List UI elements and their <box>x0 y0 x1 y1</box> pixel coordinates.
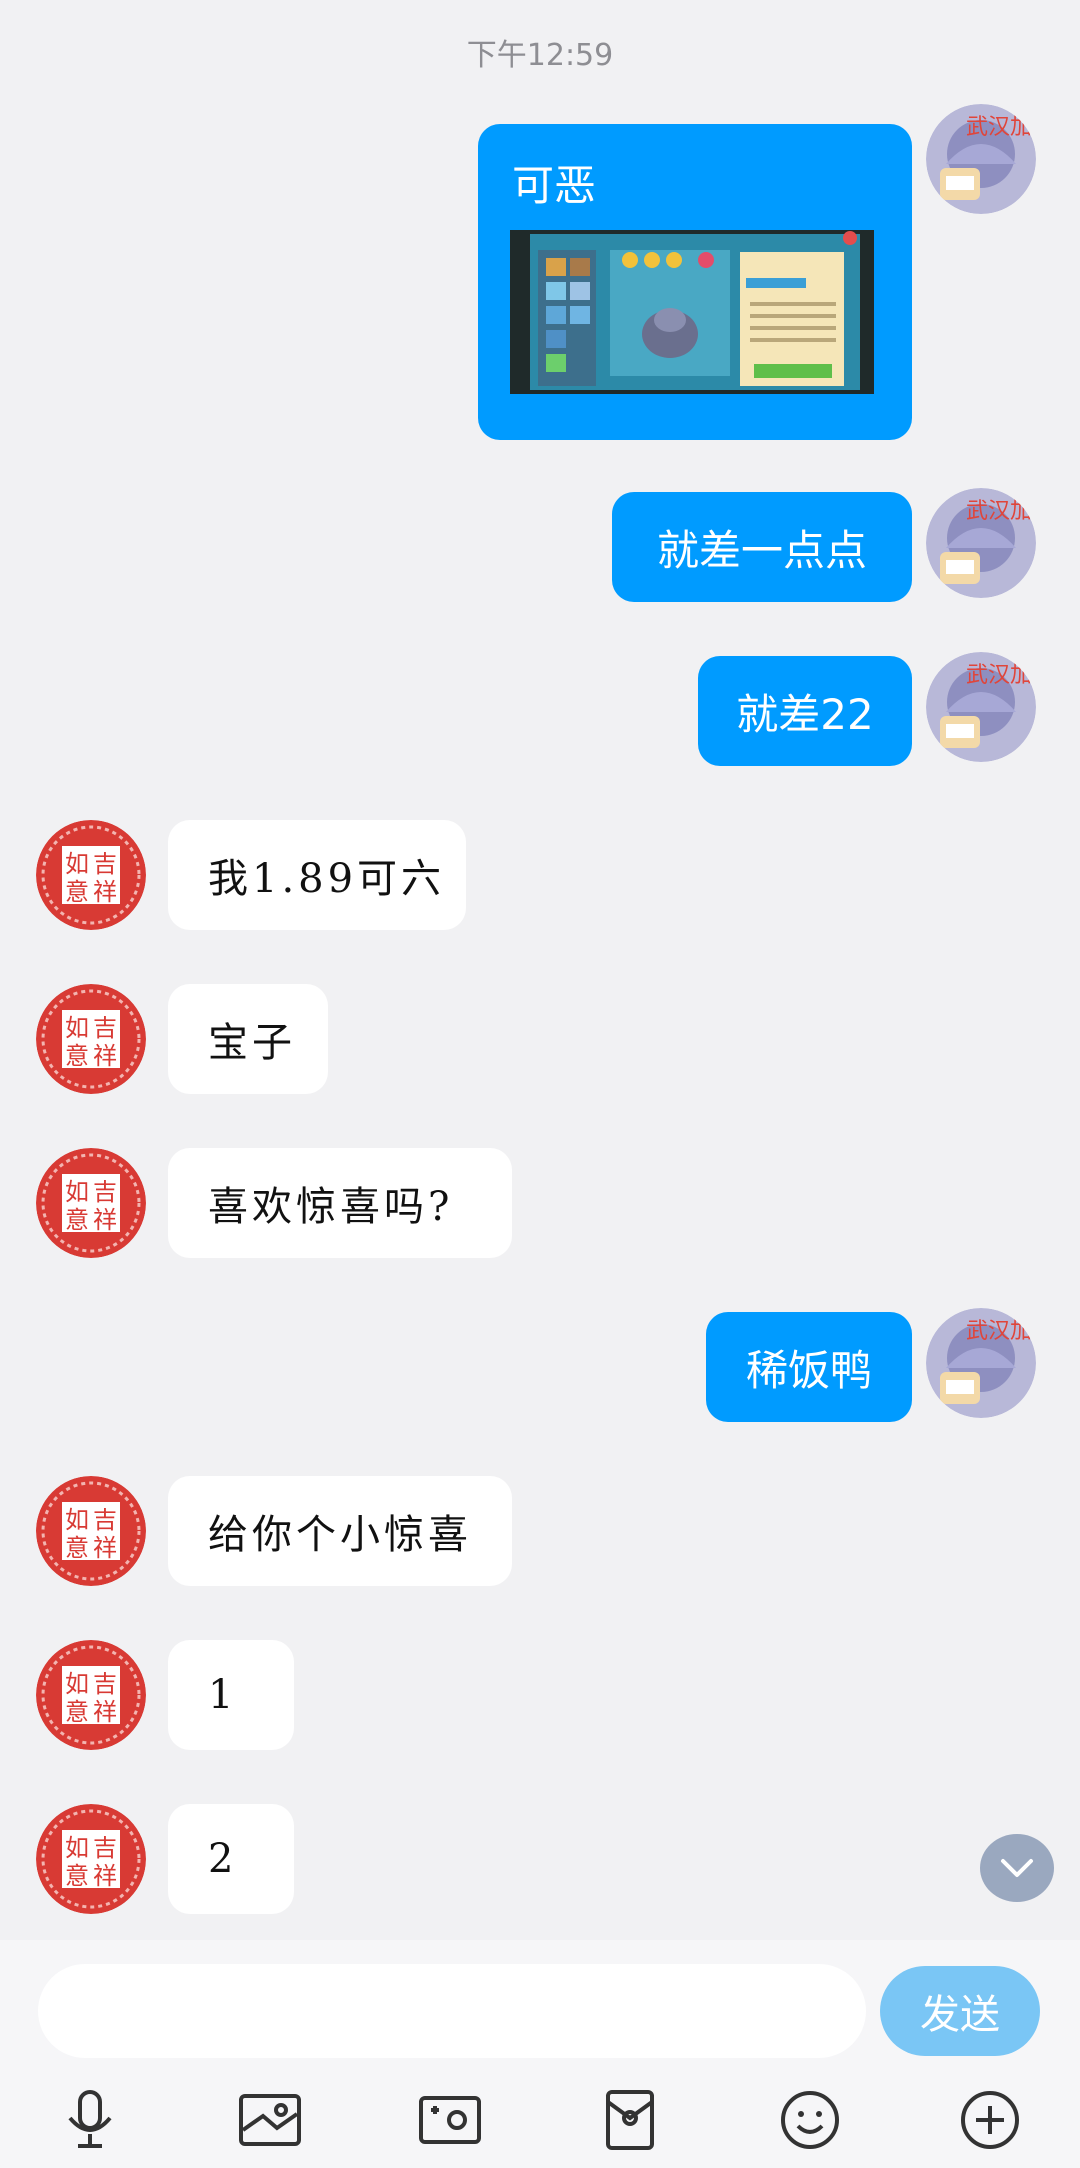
image-message-bubble[interactable]: 可恶 <box>478 124 912 440</box>
avatar-sticker-text: 武汉加油 <box>966 499 1036 524</box>
my-avatar[interactable]: 武汉加油 <box>926 104 1036 214</box>
svg-text:如: 如 <box>65 1178 89 1206</box>
microphone-button[interactable] <box>50 2080 130 2160</box>
svg-text:祥: 祥 <box>93 878 117 906</box>
avatar-sticker-text: 武汉加油 <box>966 115 1036 140</box>
svg-text:如: 如 <box>65 1014 89 1042</box>
svg-text:祥: 祥 <box>93 1206 117 1234</box>
incoming-message-bubble[interactable]: 给你个小惊喜 <box>168 1476 512 1586</box>
incoming-message-bubble[interactable]: 2 <box>168 1804 294 1914</box>
svg-text:吉: 吉 <box>93 1670 117 1698</box>
svg-text:如: 如 <box>65 1506 89 1534</box>
svg-text:祥: 祥 <box>93 1862 117 1890</box>
message-input[interactable] <box>38 1964 866 2058</box>
contact-avatar[interactable]: 吉 如 祥 意 <box>36 820 146 930</box>
svg-text:祥: 祥 <box>93 1042 117 1070</box>
game-screenshot-thumbnail[interactable] <box>510 230 874 394</box>
svg-text:意: 意 <box>65 1042 89 1070</box>
chevron-down-icon <box>1001 1859 1033 1877</box>
svg-text:吉: 吉 <box>93 1506 117 1534</box>
svg-text:吉: 吉 <box>93 1834 117 1862</box>
more-options-button[interactable] <box>950 2080 1030 2160</box>
red-packet-icon <box>606 2090 654 2150</box>
contact-avatar[interactable]: 吉 如 祥 意 <box>36 984 146 1094</box>
svg-text:意: 意 <box>65 1534 89 1562</box>
svg-text:意: 意 <box>65 1698 89 1726</box>
image-message-caption: 可恶 <box>512 161 597 210</box>
svg-text:如: 如 <box>65 850 89 878</box>
plus-icon <box>961 2091 1019 2149</box>
chat-timestamp: 下午12:59 <box>466 38 614 73</box>
send-button[interactable]: 发送 <box>880 1966 1040 2056</box>
outgoing-message-bubble[interactable]: 就差一点点 <box>612 492 912 602</box>
svg-text:吉: 吉 <box>93 1014 117 1042</box>
svg-text:祥: 祥 <box>93 1534 117 1562</box>
red-packet-button[interactable] <box>590 2080 670 2160</box>
avatar-sticker-text: 武汉加油 <box>966 1319 1036 1344</box>
contact-avatar[interactable]: 吉 如 祥 意 <box>36 1476 146 1586</box>
incoming-message-bubble[interactable]: 宝子 <box>168 984 328 1094</box>
scroll-to-bottom-button[interactable] <box>980 1834 1054 1902</box>
incoming-message-bubble[interactable]: 我1.89可六 <box>168 820 466 930</box>
svg-text:意: 意 <box>65 878 89 906</box>
my-avatar[interactable]: 武汉加油 <box>926 652 1036 762</box>
incoming-message-bubble[interactable]: 1 <box>168 1640 294 1750</box>
outgoing-message-bubble[interactable]: 就差22 <box>698 656 912 766</box>
incoming-message-bubble[interactable]: 喜欢惊喜吗? <box>168 1148 512 1258</box>
contact-avatar[interactable]: 吉 如 祥 意 <box>36 1804 146 1914</box>
emoji-button[interactable] <box>770 2080 850 2160</box>
svg-text:如: 如 <box>65 1834 89 1862</box>
svg-text:意: 意 <box>65 1206 89 1234</box>
my-avatar[interactable]: 武汉加油 <box>926 1308 1036 1418</box>
svg-text:如: 如 <box>65 1670 89 1698</box>
camera-button[interactable] <box>410 2080 490 2160</box>
image-icon <box>239 2094 301 2146</box>
message-input-bar: 发送 <box>0 1940 1080 2168</box>
outgoing-message-bubble[interactable]: 稀饭鸭 <box>706 1312 912 1422</box>
my-avatar[interactable]: 武汉加油 <box>926 488 1036 598</box>
svg-text:意: 意 <box>65 1862 89 1890</box>
svg-text:吉: 吉 <box>93 1178 117 1206</box>
contact-avatar[interactable]: 吉 如 祥 意 <box>36 1148 146 1258</box>
image-button[interactable] <box>230 2080 310 2160</box>
camera-icon <box>419 2096 481 2144</box>
svg-text:祥: 祥 <box>93 1698 117 1726</box>
svg-text:吉: 吉 <box>93 850 117 878</box>
emoji-icon <box>781 2091 839 2149</box>
avatar-sticker-text: 武汉加油 <box>966 663 1036 688</box>
microphone-icon <box>68 2090 112 2148</box>
contact-avatar[interactable]: 吉 如 祥 意 <box>36 1640 146 1750</box>
